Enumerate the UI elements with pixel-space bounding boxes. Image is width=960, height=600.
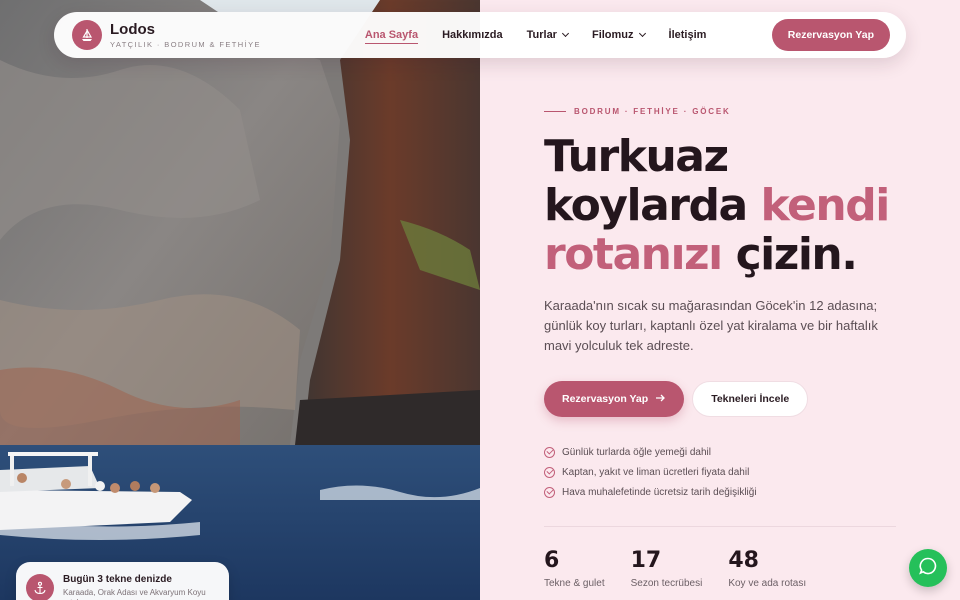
chevron-down-icon — [561, 29, 570, 38]
check-circle-icon — [544, 466, 555, 478]
stat-value: 17 — [630, 548, 662, 573]
arrow-right-icon — [656, 393, 666, 405]
stat-value: 6 — [544, 548, 560, 573]
check-circle-icon — [544, 446, 555, 458]
feature-list: Günlük turlarda öğle yemeği dahil Kaptan… — [544, 442, 757, 502]
browse-boats-button[interactable]: Tekneleri İncele — [692, 381, 809, 417]
status-card-title: Bugün 3 tekne denizde — [63, 574, 172, 585]
status-card: Bugün 3 tekne denizde Karaada, Orak Adas… — [16, 562, 229, 600]
brand-title: Lodos — [110, 20, 155, 38]
list-item: Kaptan, yakıt ve liman ücretleri fiyata … — [544, 462, 757, 482]
nav-item-iletisim[interactable]: İletişim — [669, 29, 707, 41]
nav-reservation-button[interactable]: Rezervasyon Yap — [771, 19, 890, 51]
nav-item-turlar[interactable]: Turlar — [526, 29, 570, 41]
headline-part2: çizin. — [721, 229, 858, 280]
nav-item-label: Turlar — [526, 29, 557, 41]
main-menu: Ana Sayfa Hakkımızda Turlar Filomuz İlet… — [364, 26, 707, 44]
list-item: Hava muhalefetinde ücretsiz tarih değişi… — [544, 482, 757, 502]
whatsapp-button[interactable] — [909, 549, 947, 587]
hero-reservation-button[interactable]: Rezervasyon Yap — [544, 381, 685, 417]
nav-item-hakkimizda[interactable]: Hakkımızda — [442, 29, 503, 41]
divider — [544, 526, 896, 527]
hero-headline: Turkuaz koylarda kendi rotanızı çizin. — [544, 132, 904, 279]
stat-label: Koy ve ada rotası — [728, 578, 807, 589]
feature-text: Günlük turlarda öğle yemeği dahil — [562, 446, 711, 458]
nav-item-ana-sayfa[interactable]: Ana Sayfa — [364, 29, 419, 44]
nav-item-label: Hakkımızda — [442, 29, 503, 41]
stat-value: 48 — [728, 548, 759, 573]
feature-text: Kaptan, yakıt ve liman ücretleri fiyata … — [562, 466, 750, 478]
button-label: Rezervasyon Yap — [562, 393, 649, 405]
chevron-down-icon — [638, 29, 646, 38]
hero-lead: Karaada'nın sıcak su mağarasından Göcek'… — [544, 298, 878, 353]
sailboat-icon — [72, 20, 102, 50]
eyebrow-text: BODRUM · FETHİYE · GÖCEK — [574, 107, 731, 116]
hero-eyebrow: BODRUM · FETHİYE · GÖCEK — [544, 107, 731, 116]
headline-part1: Turkuaz koylarda — [544, 131, 761, 231]
eyebrow-line — [544, 111, 566, 112]
check-circle-icon — [544, 486, 555, 498]
whatsapp-icon — [918, 556, 938, 581]
feature-text: Hava muhalefetinde ücretsiz tarih değişi… — [562, 486, 757, 498]
nav-item-label: İletişim — [668, 29, 707, 41]
hero-buttons: Rezervasyon Yap Tekneleri İncele — [544, 381, 809, 417]
anchor-icon — [26, 574, 54, 600]
stats: 6 Tekne & gulet 17 Sezon tecrübesi 48 Ko… — [544, 548, 806, 589]
nav-item-filomuz[interactable]: Filomuz — [591, 29, 646, 41]
stat-boats: 6 Tekne & gulet — [544, 548, 605, 589]
stat-routes: 48 Koy ve ada rotası — [728, 548, 806, 589]
nav-item-label: Filomuz — [591, 29, 634, 41]
brand[interactable]: Lodos YATÇILIK · BODRUM & FETHİYE — [72, 20, 261, 50]
stat-seasons: 17 Sezon tecrübesi — [631, 548, 703, 589]
stat-label: Tekne & gulet — [544, 578, 605, 589]
top-navbar: Lodos YATÇILIK · BODRUM & FETHİYE Ana Sa… — [54, 12, 906, 58]
status-card-subtitle: Karaada, Orak Adası ve Akvaryum Koyu rot… — [63, 588, 206, 600]
list-item: Günlük turlarda öğle yemeği dahil — [544, 442, 757, 462]
brand-subtitle: YATÇILIK · BODRUM & FETHİYE — [110, 39, 261, 49]
hero-photo — [0, 0, 480, 600]
nav-item-label: Ana Sayfa — [364, 29, 419, 41]
stat-label: Sezon tecrübesi — [630, 578, 703, 589]
